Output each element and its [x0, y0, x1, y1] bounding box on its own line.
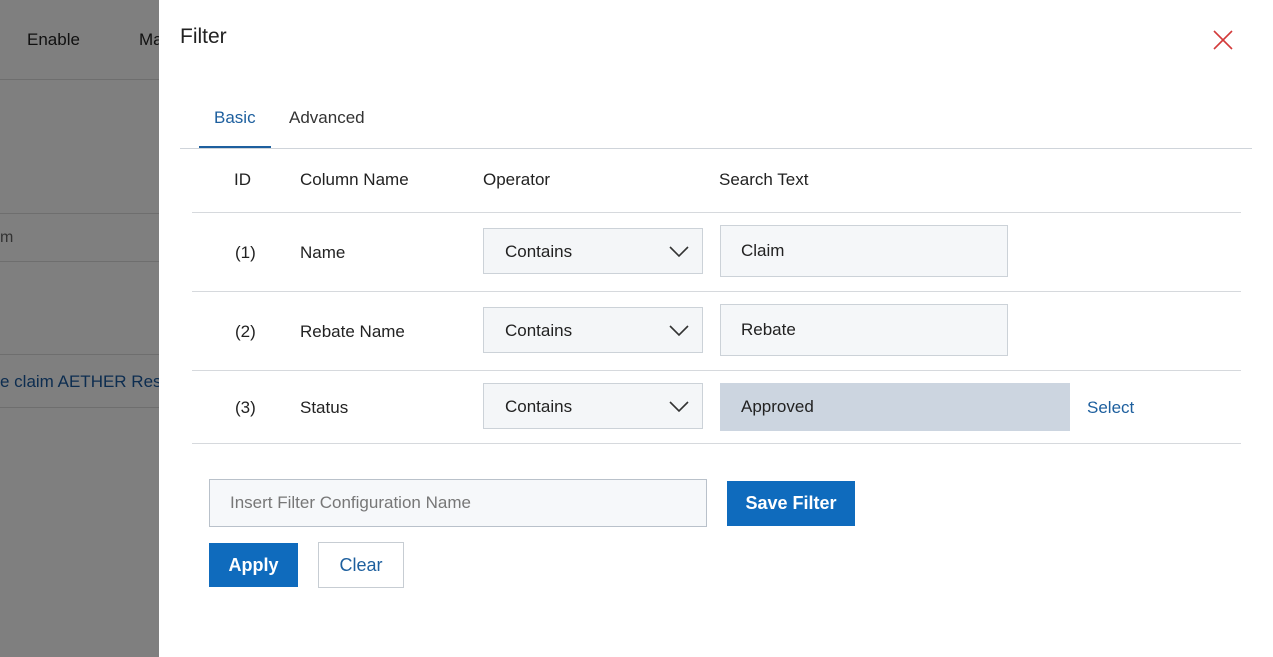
- operator-select[interactable]: Contains: [483, 383, 703, 429]
- row-column-name: Name: [300, 243, 346, 262]
- filter-drawer: Filter Basic Advanced ID Column Name Ope…: [159, 0, 1273, 657]
- apply-button[interactable]: Apply: [209, 543, 298, 587]
- search-text-input[interactable]: [720, 304, 1008, 356]
- header-operator: Operator: [483, 170, 551, 189]
- clear-button[interactable]: Clear: [318, 542, 404, 588]
- table-row: (1) Name Contains: [192, 213, 1241, 292]
- row-column-name: Rebate Name: [300, 322, 405, 341]
- operator-select[interactable]: Contains: [483, 228, 703, 274]
- search-text-input[interactable]: [720, 225, 1008, 277]
- tab-advanced[interactable]: Advanced: [274, 100, 380, 147]
- operator-value: Contains: [505, 242, 573, 261]
- filter-tabs: Basic Advanced: [180, 100, 1252, 149]
- row-id: (2): [235, 322, 256, 341]
- select-link[interactable]: Select: [1087, 398, 1134, 418]
- chevron-down-icon: [669, 325, 689, 337]
- screen: Enable Ma m e claim AETHER Res Filter Ba…: [0, 0, 1273, 657]
- operator-value: Contains: [505, 397, 573, 416]
- chevron-down-icon: [669, 246, 689, 258]
- search-text-readonly: [720, 383, 1070, 431]
- header-search-text: Search Text: [719, 170, 809, 189]
- table-header: ID Column Name Operator Search Text: [192, 149, 1241, 213]
- table-row: (2) Rebate Name Contains: [192, 292, 1241, 371]
- row-id: (3): [235, 398, 256, 417]
- close-icon: [1213, 30, 1233, 50]
- drawer-title: Filter: [180, 25, 227, 48]
- filter-config-name-input[interactable]: [209, 479, 707, 527]
- row-id: (1): [235, 243, 256, 262]
- row-column-name: Status: [300, 398, 349, 417]
- header-id: ID: [234, 170, 251, 189]
- tab-basic[interactable]: Basic: [199, 100, 271, 148]
- operator-select[interactable]: Contains: [483, 307, 703, 353]
- operator-value: Contains: [505, 321, 573, 340]
- header-column-name: Column Name: [300, 170, 409, 189]
- table-row: (3) Status Contains Select: [192, 371, 1241, 444]
- save-filter-button[interactable]: Save Filter: [727, 481, 855, 526]
- close-button[interactable]: [1212, 29, 1234, 51]
- filter-table: ID Column Name Operator Search Text (1) …: [192, 149, 1241, 444]
- chevron-down-icon: [669, 401, 689, 413]
